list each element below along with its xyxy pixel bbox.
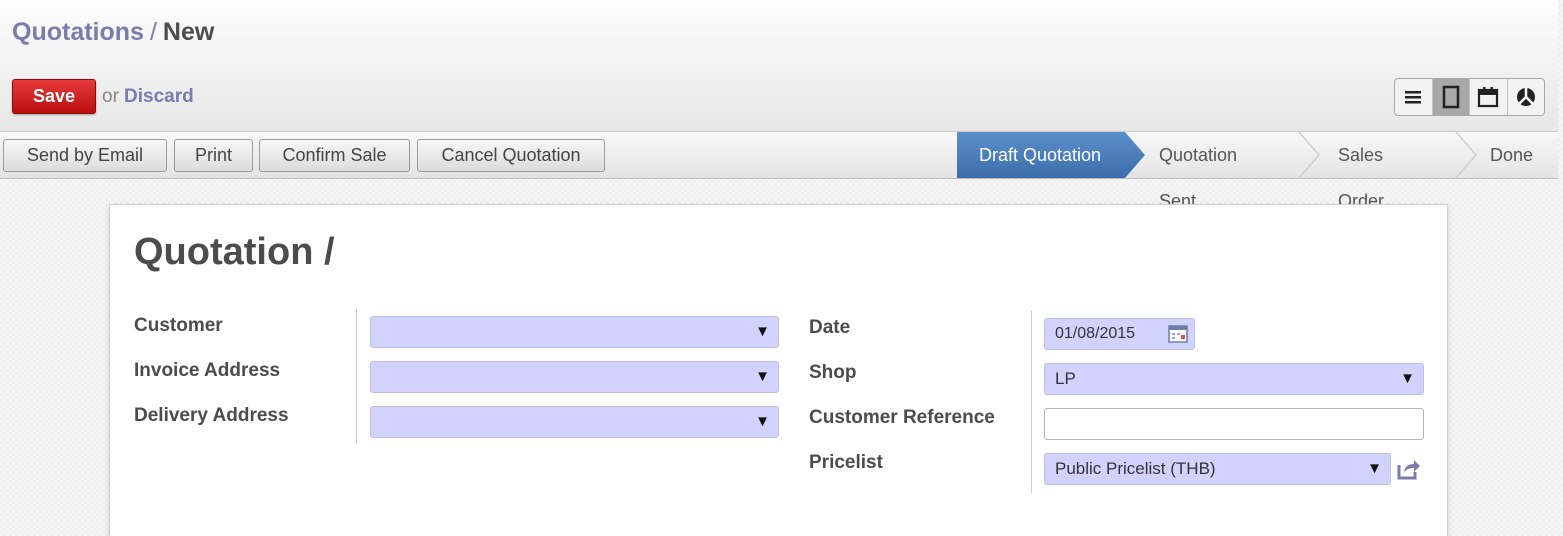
customer-reference-input[interactable] <box>1044 408 1424 440</box>
calendar-view-button[interactable] <box>1470 79 1508 115</box>
date-label: Date <box>809 317 851 338</box>
discard-link[interactable]: Discard <box>124 86 194 108</box>
customer-reference-label: Customer Reference <box>809 407 995 428</box>
control-panel: Quotations / New Save or Discard <box>0 0 1558 132</box>
pricelist-select[interactable]: Public Pricelist (THB) ▼ <box>1044 453 1391 485</box>
cancel-quotation-button[interactable]: Cancel Quotation <box>417 139 605 172</box>
pricelist-label: Pricelist <box>809 452 883 473</box>
form-view-button[interactable] <box>1432 79 1470 115</box>
invoice-address-select[interactable]: ▼ <box>370 361 779 393</box>
save-button[interactable]: Save <box>12 79 96 114</box>
stage-sales-order[interactable]: Sales Order <box>1338 132 1384 211</box>
stage-quotation-sent[interactable]: Quotation Sent <box>1159 132 1237 211</box>
page-title: Quotation / <box>134 231 335 273</box>
dropdown-arrow-icon: ▼ <box>755 323 770 340</box>
stage-done[interactable]: Done <box>1490 132 1533 178</box>
or-text: or <box>102 86 119 107</box>
field-divider <box>356 309 357 444</box>
shop-label: Shop <box>809 362 857 383</box>
graph-view-icon <box>1516 88 1535 106</box>
shop-value: LP <box>1055 369 1076 388</box>
graph-view-button[interactable] <box>1508 79 1545 115</box>
calendar-view-icon <box>1478 87 1499 108</box>
stage-draft-quotation[interactable]: Draft Quotation <box>957 132 1145 178</box>
calendar-picker-icon[interactable] <box>1168 324 1188 344</box>
breadcrumb-quotations-link[interactable]: Quotations <box>12 18 144 46</box>
delivery-address-label: Delivery Address <box>134 405 289 426</box>
list-view-button[interactable] <box>1395 79 1433 115</box>
customer-select[interactable]: ▼ <box>370 316 779 348</box>
dropdown-arrow-icon: ▼ <box>755 413 770 430</box>
breadcrumb-current: New <box>162 18 215 46</box>
delivery-address-select[interactable]: ▼ <box>370 406 779 438</box>
form-sheet: Quotation / Customer Invoice Address Del… <box>109 204 1448 536</box>
print-button[interactable]: Print <box>174 139 253 172</box>
date-field[interactable]: 01/08/2015 <box>1044 318 1195 350</box>
form-view-icon <box>1442 85 1459 109</box>
field-divider <box>1031 311 1032 493</box>
date-value: 01/08/2015 <box>1055 325 1136 342</box>
stage-chevron-icon <box>1455 132 1477 178</box>
dropdown-arrow-icon: ▼ <box>755 368 770 385</box>
dropdown-arrow-icon: ▼ <box>1367 460 1382 477</box>
form-toolbar: Send by Email Print Confirm Sale Cancel … <box>0 132 1558 211</box>
dropdown-arrow-icon: ▼ <box>1400 370 1415 387</box>
shop-select[interactable]: LP ▼ <box>1044 363 1424 395</box>
list-view-icon <box>1405 91 1422 104</box>
stage-chevron-icon <box>1298 132 1320 178</box>
external-link-icon[interactable] <box>1396 457 1422 481</box>
invoice-address-label: Invoice Address <box>134 360 281 381</box>
customer-label: Customer <box>134 315 223 336</box>
confirm-sale-button[interactable]: Confirm Sale <box>259 139 410 172</box>
send-by-email-button[interactable]: Send by Email <box>3 139 167 172</box>
breadcrumb: Quotations / New <box>12 18 214 47</box>
view-switcher <box>1394 78 1545 116</box>
breadcrumb-separator: / <box>149 18 157 46</box>
pricelist-value: Public Pricelist (THB) <box>1055 459 1216 478</box>
